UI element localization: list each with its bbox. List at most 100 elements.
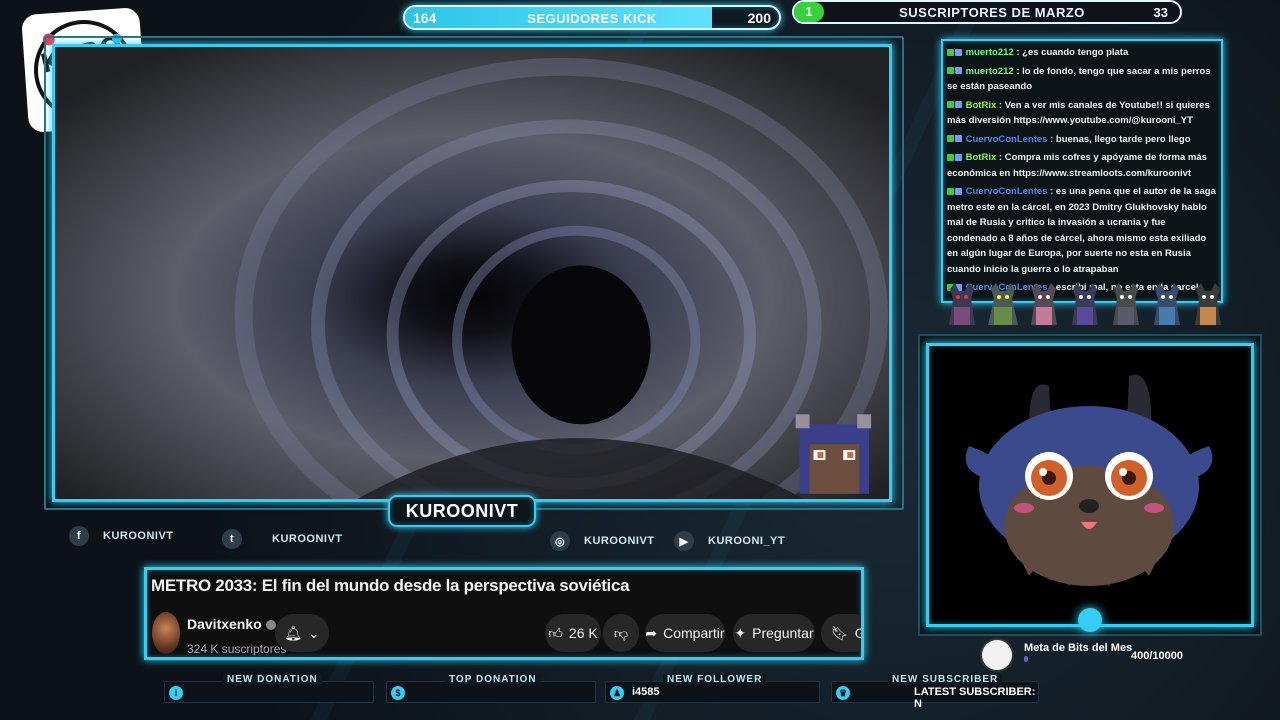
ask-button[interactable]: ✦ Preguntar bbox=[733, 614, 815, 652]
mascot-sprite bbox=[1195, 283, 1221, 325]
new-subscriber-label: NEW SUBSCRIBER bbox=[888, 674, 1003, 685]
share-icon: ➦ bbox=[645, 624, 658, 641]
bits-goal-title: Meta de Bits del Mes bbox=[1024, 642, 1133, 654]
kick-badge-icon bbox=[947, 67, 954, 75]
dislike-button[interactable]: 👎︎ bbox=[603, 614, 639, 652]
user-icon: ♟ bbox=[610, 686, 624, 700]
mascot-sprite bbox=[949, 283, 975, 325]
chat-text: : es una pena que el autor de la saga me… bbox=[947, 186, 1216, 275]
money-bag-icon: $ bbox=[391, 686, 405, 700]
social-handle: KUROONIVT bbox=[584, 535, 655, 547]
info-icon: i bbox=[169, 686, 183, 700]
chat-message: CuervoConLentes : buenas, llego tarde pe… bbox=[947, 132, 1217, 148]
social-youtube: ▶ KUROONI_YT bbox=[674, 531, 785, 551]
subs-count: 1 bbox=[794, 2, 824, 22]
role-badge-icon bbox=[955, 48, 962, 56]
chat-panel[interactable]: muerto212 : ¿es cuando tengo plata muert… bbox=[941, 39, 1223, 303]
vtuber-avatar bbox=[965, 374, 1213, 586]
kick-badge-icon bbox=[947, 187, 954, 195]
social-handle: KUROONIVT bbox=[103, 530, 174, 542]
social-handle: KUROONIVT bbox=[272, 533, 343, 545]
like-count: 26 K bbox=[568, 625, 598, 641]
chat-message: BotRix : Ven a ver mis canales de Youtub… bbox=[947, 98, 1217, 129]
share-button[interactable]: ➦ Compartir bbox=[645, 614, 725, 652]
channel-name[interactable]: Davitxenko bbox=[187, 616, 276, 632]
vtuber-cam bbox=[926, 343, 1254, 627]
kick-badge-icon bbox=[947, 153, 954, 161]
new-donation-label: NEW DONATION bbox=[223, 674, 322, 685]
subs-target: 33 bbox=[1153, 5, 1168, 20]
youtube-icon: ▶ bbox=[674, 531, 694, 551]
like-button[interactable]: 👍︎ 26 K bbox=[545, 614, 601, 652]
subs-goal-bar: 1 SUSCRIPTORES DE MARZO 33 bbox=[792, 0, 1182, 24]
chat-username[interactable]: muerto212 bbox=[966, 47, 1014, 58]
chat-text: : buenas, llego tarde pero llego bbox=[1050, 133, 1191, 145]
chat-username[interactable]: muerto212 bbox=[966, 66, 1014, 77]
sparkle-icon: ✦ bbox=[734, 624, 747, 641]
role-badge-icon bbox=[955, 67, 962, 75]
video-title[interactable]: METRO 2033: El fin del mundo desde la pe… bbox=[151, 576, 630, 596]
chat-message: BotRix : Compra mis cofres y apóyame de … bbox=[947, 150, 1217, 181]
new-follower-value: i4585 bbox=[632, 686, 660, 698]
tunnel-scene bbox=[55, 47, 889, 499]
mascot-sprite bbox=[1072, 283, 1098, 325]
pixel-mascot bbox=[795, 414, 872, 494]
channel-avatar[interactable] bbox=[152, 612, 180, 654]
notification-bell-button[interactable]: 🔔︎ ⌄ bbox=[275, 614, 329, 652]
latest-subscriber-value: LATEST SUBSCRIBER: N bbox=[914, 686, 1036, 710]
chat-text: : ¿es cuando tengo plata bbox=[1016, 47, 1129, 58]
mascot-sprite bbox=[1031, 283, 1057, 325]
save-button[interactable]: 🔖︎ Gu bbox=[821, 614, 861, 652]
instagram-icon: ◎ bbox=[550, 531, 570, 551]
channel-name-text: Davitxenko bbox=[187, 616, 262, 632]
kick-badge-icon bbox=[947, 48, 954, 56]
bits-goal-value: 400/10000 bbox=[1131, 650, 1183, 662]
save-label: Gu bbox=[855, 625, 861, 641]
top-donation-label: TOP DONATION bbox=[445, 674, 541, 685]
mascot-sprite bbox=[1154, 283, 1180, 325]
social-handle: KUROONI_YT bbox=[708, 535, 786, 547]
role-badge-icon bbox=[955, 101, 962, 109]
bits-goal-progress bbox=[1024, 656, 1028, 662]
role-badge-icon bbox=[955, 153, 962, 161]
subs-goal-label: SUSCRIPTORES DE MARZO bbox=[899, 5, 1085, 20]
share-label: Compartir bbox=[663, 625, 725, 641]
cam-indicator-dot bbox=[1078, 608, 1102, 632]
crown-icon: ♛ bbox=[836, 686, 850, 700]
followers-goal-bar: 164 SEGUIDORES KICK 200 bbox=[403, 5, 781, 30]
chat-message: muerto212 : lo de fondo, tengo que sacar… bbox=[947, 64, 1217, 95]
new-follower-label: NEW FOLLOWER bbox=[663, 674, 767, 685]
chat-message: muerto212 : ¿es cuando tengo plata bbox=[947, 45, 1217, 61]
kick-badge-icon bbox=[947, 101, 954, 109]
followers-goal-label: SEGUIDORES KICK bbox=[527, 11, 657, 26]
chat-username[interactable]: CuervoConLentes bbox=[966, 134, 1048, 145]
twitter-icon: t bbox=[222, 529, 242, 549]
chat-username[interactable]: CuervoConLentes bbox=[966, 186, 1048, 197]
subscriber-count: 324 K suscriptores bbox=[187, 642, 287, 656]
thumbs-down-icon: 👎︎ bbox=[613, 624, 629, 641]
chat-username[interactable]: BotRix bbox=[966, 100, 997, 111]
social-facebook: f KUROONIVT bbox=[69, 526, 174, 546]
verified-icon bbox=[265, 620, 276, 631]
bits-goal-avatar bbox=[980, 638, 1014, 672]
social-instagram: ◎ KUROONIVT bbox=[550, 531, 655, 551]
mascot-sprite bbox=[988, 283, 1018, 325]
mascot-sprite bbox=[1113, 283, 1139, 325]
bell-icon: 🔔︎ bbox=[284, 624, 303, 641]
ask-label: Preguntar bbox=[752, 625, 814, 641]
chevron-down-icon: ⌄ bbox=[308, 624, 320, 641]
role-badge-icon bbox=[955, 187, 962, 195]
role-badge-icon bbox=[955, 135, 962, 143]
video-info-card: METRO 2033: El fin del mundo desde la pe… bbox=[144, 567, 864, 660]
followers-target: 200 bbox=[747, 10, 771, 26]
channel-name-tag: KUROONIVT bbox=[388, 495, 536, 527]
bookmark-icon: 🔖︎ bbox=[831, 624, 849, 641]
social-twitter: t KUROONIVT bbox=[222, 529, 343, 549]
mascot-row bbox=[945, 281, 1225, 333]
kick-badge-icon bbox=[947, 135, 954, 143]
chat-message: CuervoConLentes : es una pena que el aut… bbox=[947, 184, 1217, 277]
thumbs-up-icon: 👍︎ bbox=[548, 624, 563, 641]
chat-username[interactable]: BotRix bbox=[966, 152, 997, 163]
game-capture bbox=[52, 44, 892, 502]
facebook-icon: f bbox=[69, 526, 89, 546]
